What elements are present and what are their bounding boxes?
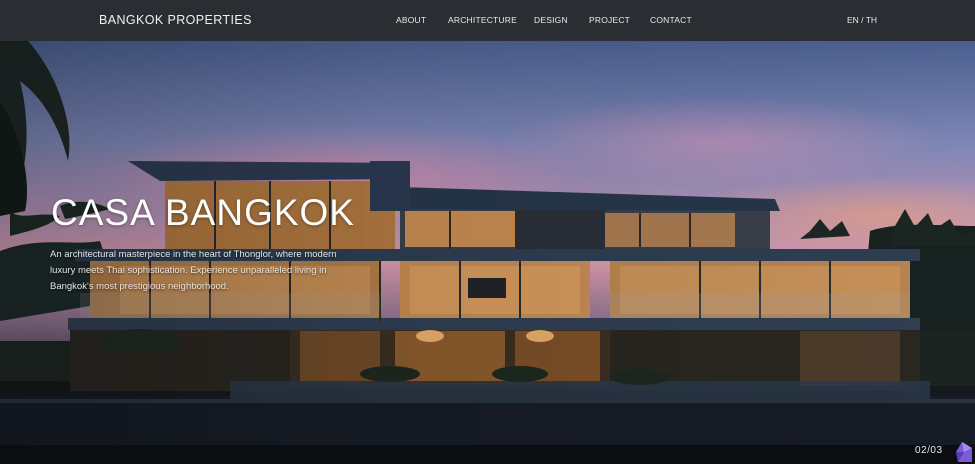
main-nav: ABOUT ARCHITECTURE DESIGN PROJECT CONTAC… <box>0 15 975 29</box>
hero-image <box>0 41 975 445</box>
hero-title: CASA BANGKOK <box>51 192 355 233</box>
assistant-badge-icon[interactable] <box>952 440 975 464</box>
nav-link-architecture[interactable]: ARCHITECTURE <box>448 15 517 25</box>
nav-link-contact[interactable]: CONTACT <box>650 15 692 25</box>
bottom-bar <box>0 445 975 464</box>
page: CASA BANGKOK An architectural masterpiec… <box>0 0 975 464</box>
slide-counter: 02/03 <box>915 445 943 456</box>
nav-link-design[interactable]: DESIGN <box>534 15 568 25</box>
hero-section: CASA BANGKOK An architectural masterpiec… <box>0 41 975 445</box>
nav-link-project[interactable]: PROJECT <box>589 15 630 25</box>
hero-description: An architectural masterpiece in the hear… <box>50 249 337 292</box>
language-switcher[interactable]: EN / TH <box>847 15 877 25</box>
nav-link-about[interactable]: ABOUT <box>396 15 426 25</box>
navbar: BANGKOK PROPERTIES ABOUT ARCHITECTURE DE… <box>0 0 975 41</box>
